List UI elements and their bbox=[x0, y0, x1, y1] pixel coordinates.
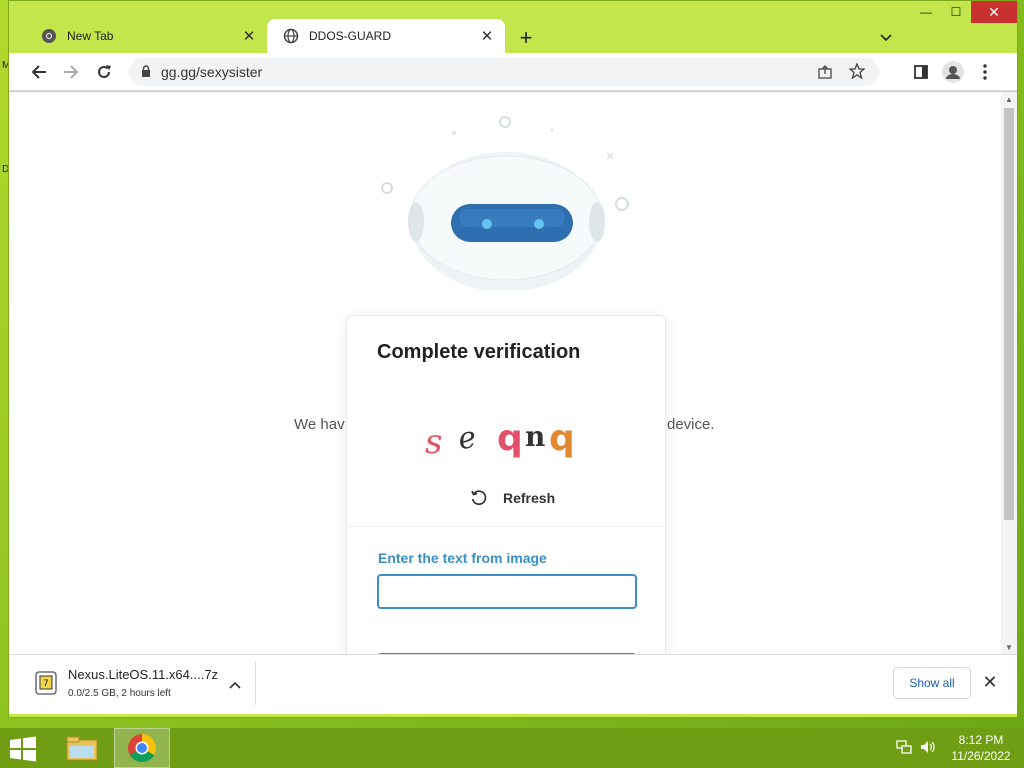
verification-card: Complete verification s e q n q Refresh … bbox=[346, 315, 666, 654]
window-close-button[interactable]: ✕ bbox=[971, 1, 1017, 23]
share-icon[interactable] bbox=[817, 64, 833, 85]
back-arrow-icon[interactable] bbox=[27, 60, 51, 84]
new-tab-button[interactable]: + bbox=[513, 25, 539, 51]
divider bbox=[255, 661, 256, 705]
captcha-char: e bbox=[455, 420, 479, 458]
card-title: Complete verification bbox=[377, 341, 581, 363]
background-message-right: device. bbox=[667, 416, 715, 433]
minimize-button[interactable]: — bbox=[911, 1, 941, 23]
refresh-label: Refresh bbox=[503, 490, 556, 506]
globe-icon bbox=[283, 28, 299, 44]
tab-ddos-guard[interactable]: DDOS-GUARD ✕ bbox=[267, 19, 505, 53]
captcha-char: s bbox=[425, 422, 442, 462]
download-item[interactable]: 7 Nexus.LiteOS.11.x64....7z 0.0/2.5 GB, … bbox=[31, 665, 256, 705]
browser-toolbar: gg.gg/sexysister bbox=[9, 53, 1017, 91]
close-icon[interactable]: ✕ bbox=[979, 671, 1001, 693]
captcha-char: q bbox=[549, 418, 575, 459]
kebab-menu-icon[interactable] bbox=[973, 60, 997, 84]
download-status: 0.0/2.5 GB, 2 hours left bbox=[68, 688, 171, 699]
scroll-down-icon[interactable]: ▼ bbox=[1001, 640, 1017, 654]
background-message-left: We hav bbox=[294, 416, 345, 433]
archive-file-icon: 7 bbox=[35, 671, 57, 695]
tab-label: DDOS-GUARD bbox=[309, 29, 392, 43]
captcha-input[interactable] bbox=[377, 574, 637, 609]
svg-text:×: × bbox=[605, 149, 615, 163]
svg-text:7: 7 bbox=[43, 679, 49, 689]
lock-icon bbox=[141, 65, 151, 83]
clock-date: 11/26/2022 bbox=[951, 749, 1011, 763]
close-icon[interactable]: ✕ bbox=[239, 26, 259, 46]
download-shelf: 7 Nexus.LiteOS.11.x64....7z 0.0/2.5 GB, … bbox=[9, 654, 1017, 714]
star-icon[interactable] bbox=[848, 62, 866, 84]
page-content: × We hav device. Complete verification s… bbox=[9, 92, 1017, 654]
chevron-down-icon[interactable] bbox=[875, 27, 897, 49]
side-panel-icon[interactable] bbox=[909, 60, 933, 84]
network-icon[interactable] bbox=[896, 740, 912, 759]
tab-new-tab[interactable]: New Tab ✕ bbox=[25, 19, 267, 53]
clock[interactable]: 8:12 PM 11/26/2022 bbox=[946, 732, 1016, 764]
robot-mascot-image: × bbox=[381, 116, 629, 290]
vertical-scrollbar[interactable]: ▲ ▼ bbox=[1001, 92, 1017, 654]
chrome-taskbar-icon[interactable] bbox=[114, 728, 170, 768]
volume-icon[interactable] bbox=[920, 740, 936, 759]
captcha-image: s e q n q bbox=[425, 418, 575, 462]
maximize-button[interactable]: ☐ bbox=[941, 1, 971, 23]
reload-icon[interactable] bbox=[92, 60, 116, 84]
address-text[interactable]: gg.gg/sexysister bbox=[161, 64, 262, 80]
file-explorer-icon[interactable] bbox=[54, 728, 110, 768]
captcha-char: q bbox=[497, 418, 523, 459]
tab-strip: New Tab ✕ DDOS-GUARD ✕ + — ☐ ✕ bbox=[9, 1, 1017, 53]
captcha-char: n bbox=[525, 420, 545, 453]
clock-time: 8:12 PM bbox=[958, 733, 1004, 747]
chevron-up-icon[interactable] bbox=[225, 675, 245, 695]
forward-arrow-icon[interactable] bbox=[59, 60, 83, 84]
address-bar[interactable]: gg.gg/sexysister bbox=[129, 58, 879, 86]
refresh-button[interactable]: Refresh bbox=[469, 488, 555, 508]
close-icon[interactable]: ✕ bbox=[477, 26, 497, 46]
taskbar: 8:12 PM 11/26/2022 bbox=[0, 728, 1024, 768]
chrome-icon bbox=[41, 28, 57, 44]
scroll-thumb[interactable] bbox=[1004, 108, 1014, 520]
download-file-name: Nexus.LiteOS.11.x64....7z bbox=[68, 667, 219, 682]
captcha-field-label: Enter the text from image bbox=[378, 550, 547, 566]
tab-label: New Tab bbox=[67, 29, 114, 43]
windows-start-icon[interactable] bbox=[8, 736, 40, 762]
profile-avatar-icon[interactable] bbox=[941, 60, 965, 84]
show-all-button[interactable]: Show all bbox=[893, 667, 971, 699]
refresh-icon bbox=[469, 488, 489, 508]
scroll-up-icon[interactable]: ▲ bbox=[1001, 92, 1017, 106]
system-tray bbox=[896, 740, 936, 759]
browser-window: New Tab ✕ DDOS-GUARD ✕ + — ☐ ✕ gg.gg/sex… bbox=[8, 0, 1018, 718]
divider bbox=[347, 526, 665, 527]
